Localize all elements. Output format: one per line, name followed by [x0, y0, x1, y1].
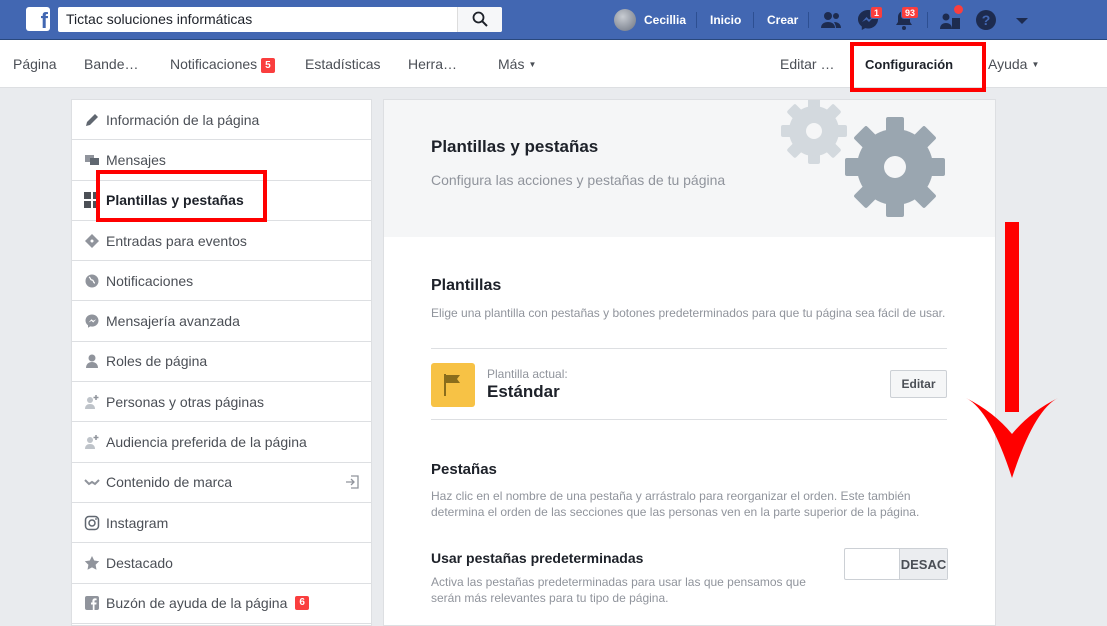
search-input[interactable]: Tictac soluciones informáticas [66, 11, 252, 27]
search-button[interactable] [457, 7, 502, 32]
messenger-icon [83, 312, 101, 330]
facebook-logo-icon[interactable]: f [26, 7, 50, 33]
sidebar-item-label: Mensajería avanzada [106, 313, 240, 330]
divider [753, 12, 754, 28]
person-add-icon [83, 433, 101, 451]
profile-link[interactable]: Cecillia [614, 8, 686, 32]
person-icon [83, 352, 101, 370]
highlight-box-templates [96, 170, 267, 222]
default-tabs-title: Usar pestañas predeterminadas [431, 550, 644, 566]
divider [431, 348, 947, 349]
person-add-icon [83, 393, 101, 411]
handshake-icon [83, 473, 101, 491]
sidebar-item-label: Buzón de ayuda de la página [106, 595, 288, 612]
sidebar-item-destacado[interactable]: Destacado [72, 543, 371, 584]
tab-page[interactable]: Página [13, 56, 57, 72]
page-title: Plantillas y pestañas [431, 137, 599, 156]
template-flag-icon [431, 363, 475, 407]
sidebar-item-personas-y-otras-paginas[interactable]: Personas y otras páginas [72, 382, 371, 423]
toggle-off-label: DESAC [899, 549, 947, 579]
sidebar-item-entradas-para-eventos[interactable]: Entradas para eventos [72, 221, 371, 262]
pencil-icon [83, 111, 101, 129]
current-template-value: Estándar [487, 382, 560, 401]
tab-help-label: Ayuda [988, 56, 1028, 72]
sidebar-item-label: Contenido de marca [106, 474, 233, 491]
templates-title: Plantillas [431, 277, 502, 294]
default-tabs-desc-line1: Activa las pestañas predeterminadas para… [431, 575, 806, 589]
gears-illustration-icon [781, 100, 945, 217]
tab-help[interactable]: Ayuda ▼ [988, 56, 1039, 72]
sidebar-item-informacion-de-la-pagina[interactable]: Información de la página [72, 100, 371, 141]
caret-down-icon: ▼ [1031, 60, 1040, 69]
red-arrow-down-icon [966, 222, 1058, 478]
chat-bubbles-icon [83, 151, 101, 169]
highlight-box-settings [850, 42, 986, 92]
default-tabs-toggle[interactable]: DESAC [844, 548, 948, 580]
notifications-badge: 93 [901, 6, 920, 19]
notifications-count-badge: 5 [261, 58, 275, 73]
tab-more-label: Más [498, 56, 525, 72]
star-icon [83, 554, 101, 572]
sidebar-item-label: Destacado [106, 554, 173, 571]
sidebar-item-instagram[interactable]: Instagram [72, 503, 371, 544]
divider [696, 12, 697, 28]
search-icon [472, 11, 488, 27]
home-link[interactable]: Inicio [710, 13, 741, 27]
friends-icon[interactable] [819, 8, 843, 32]
caret-down-icon: ▼ [528, 60, 537, 69]
sidebar-item-audiencia-preferida-de-la-pagina[interactable]: Audiencia preferida de la página [72, 422, 371, 463]
tab-inbox[interactable]: Bande… [84, 56, 138, 72]
panel-header: Plantillas y pestañas Configura las acci… [384, 100, 995, 237]
tab-insights[interactable]: Estadísticas [305, 56, 380, 72]
user-name: Cecillia [644, 13, 687, 27]
search-box[interactable]: Tictac soluciones informáticas [58, 7, 502, 32]
external-link-icon[interactable] [345, 475, 359, 492]
create-link[interactable]: Crear [767, 13, 798, 27]
top-bar: f Tictac soluciones informáticas Cecilli… [0, 0, 1107, 40]
chevron-down-icon[interactable] [1010, 8, 1034, 32]
tab-tools[interactable]: Herra… [408, 56, 457, 72]
page-subtitle: Configura las acciones y pestañas de tu … [431, 172, 726, 188]
sidebar-item-label: Información de la página [106, 111, 260, 128]
sidebar-item-roles-de-pagina[interactable]: Roles de página [72, 342, 371, 383]
sidebar-item-label: Personas y otras páginas [106, 393, 264, 410]
sidebar-item-label: Mensajes [106, 151, 166, 168]
svg-text:?: ? [982, 12, 991, 28]
messenger-badge: 1 [870, 6, 884, 19]
instagram-icon [83, 514, 101, 532]
sidebar-item-notificaciones[interactable]: Notificaciones [72, 261, 371, 302]
sidebar-badge: 6 [295, 596, 309, 611]
default-tabs-desc-line2: serán más relevantes para tu tipo de pág… [431, 591, 669, 605]
globe-icon [83, 272, 101, 290]
sidebar-item-label: Entradas para eventos [106, 232, 247, 249]
tab-more[interactable]: Más ▼ [498, 56, 536, 72]
tab-notifications-label: Notificaciones [170, 56, 258, 72]
facebook-icon [83, 594, 101, 612]
divider [927, 12, 928, 28]
alert-dot [954, 5, 963, 14]
tabs-description-line2: determina el orden de las secciones que … [431, 505, 920, 519]
templates-description: Elige una plantilla con pestañas y boton… [431, 306, 946, 320]
divider [431, 419, 947, 420]
sidebar-item-label: Audiencia preferida de la página [106, 434, 307, 451]
avatar [614, 9, 636, 31]
help-icon[interactable]: ? [974, 8, 998, 32]
edit-template-button[interactable]: Editar [890, 370, 947, 398]
sidebar-item-label: Instagram [106, 514, 169, 531]
divider [808, 12, 809, 28]
templates-tabs-panel: Plantillas y pestañas Configura las acci… [383, 99, 996, 626]
sidebar-item-mensajeria-avanzada[interactable]: Mensajería avanzada [72, 301, 371, 342]
ticket-icon [83, 232, 101, 250]
tab-notifications[interactable]: Notificaciones 5 [170, 56, 275, 73]
tabs-title: Pestañas [431, 461, 497, 478]
current-template-label: Plantilla actual: [487, 367, 568, 381]
tab-edit[interactable]: Editar … [780, 56, 834, 72]
sidebar-item-label: Roles de página [106, 353, 208, 370]
sidebar-item-label: Notificaciones [106, 272, 194, 289]
sidebar-item-contenido-de-marca[interactable]: Contenido de marca [72, 463, 371, 503]
tabs-description-line1: Haz clic en el nombre de una pestaña y a… [431, 489, 911, 503]
sidebar-item-buzon-de-ayuda-de-la-pagina[interactable]: Buzón de ayuda de la página 6 [72, 584, 371, 624]
